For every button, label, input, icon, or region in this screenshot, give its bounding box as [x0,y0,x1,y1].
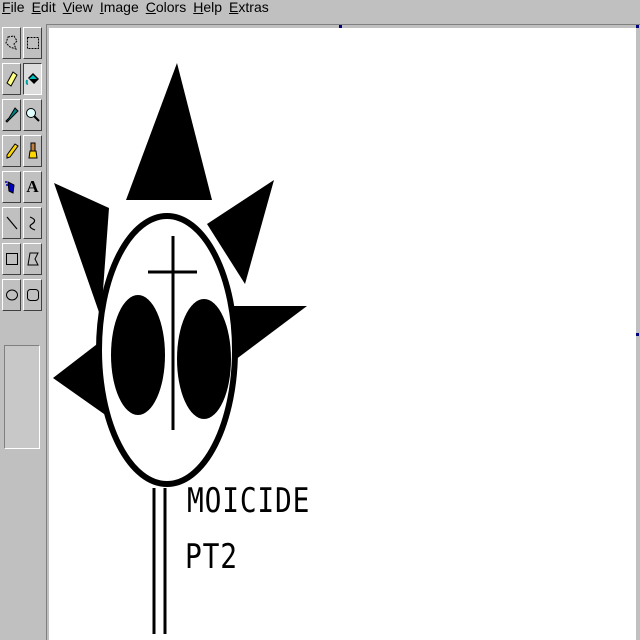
resize-handle-right[interactable] [636,333,639,336]
drawing-canvas[interactable]: MOICIDE PT2 [49,28,636,640]
tool-free-select[interactable] [2,27,21,59]
menu-image[interactable]: Image [98,0,144,15]
toolbox: A [0,24,46,640]
hair-spike-top [126,63,212,200]
menu-bar: File Edit View Image Colors Help Extras [0,0,640,18]
left-eye [111,295,165,415]
menu-colors[interactable]: Colors [144,0,191,15]
free-select-icon [4,35,18,50]
eraser-icon [5,71,18,87]
curve-icon [28,216,35,231]
rectangle-icon [5,253,18,265]
tool-rect-select[interactable] [23,27,42,59]
line-icon [6,216,17,230]
magnifier-icon [25,108,40,122]
tool-airbrush[interactable] [2,171,21,203]
menu-view[interactable]: View [61,0,98,15]
tool-options-box[interactable] [4,345,40,449]
brush-icon [27,142,38,159]
resize-handle-top[interactable] [339,25,342,28]
text-icon: A [26,177,39,196]
eyedropper-icon [4,107,19,123]
fill-bucket-icon [25,73,39,85]
tool-pencil[interactable] [2,135,21,167]
airbrush-icon [4,181,15,194]
hair-spike-left [54,183,109,318]
tool-rounded-rect[interactable] [23,279,42,311]
right-eye [177,299,231,419]
tool-eyedropper[interactable] [2,99,21,131]
tool-polygon[interactable] [23,243,42,275]
menu-file[interactable]: File [0,0,30,15]
menu-help[interactable]: Help [191,0,227,15]
tool-line[interactable] [2,207,21,239]
tool-ellipse[interactable] [2,279,21,311]
resize-handle-top-right[interactable] [636,25,639,28]
rect-select-icon [26,37,39,49]
canvas-text-line2: PT2 [185,537,238,577]
rounded-rect-icon [26,289,39,301]
tool-text[interactable]: A [23,171,42,203]
tool-eraser[interactable] [2,63,21,95]
canvas-text-line1: MOICIDE [187,481,311,521]
tool-fill-bucket[interactable] [23,63,42,95]
menu-extras[interactable]: Extras [227,0,274,15]
tool-magnifier[interactable] [23,99,42,131]
tool-curve[interactable] [23,207,42,239]
tool-rectangle[interactable] [2,243,21,275]
drawing-artwork [53,63,307,634]
menu-edit[interactable]: Edit [30,0,61,15]
pencil-icon [6,143,19,159]
polygon-icon [26,252,39,266]
tool-brush[interactable] [23,135,42,167]
ellipse-icon [5,289,18,301]
